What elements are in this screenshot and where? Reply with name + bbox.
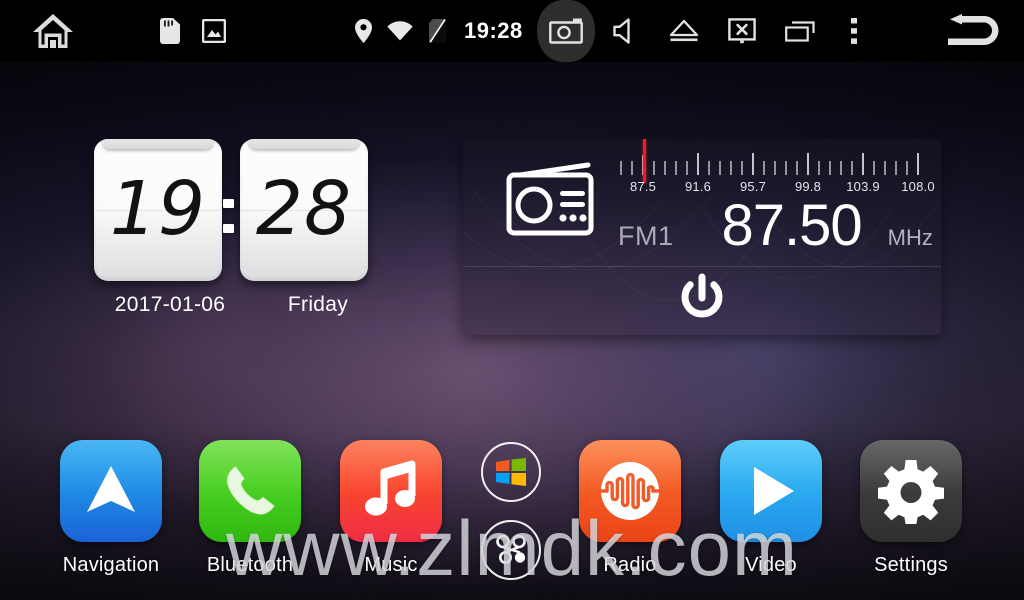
- tuner-ticks: [620, 153, 919, 175]
- clock-colon: [223, 199, 235, 241]
- clock-minutes: 28: [255, 166, 353, 252]
- sim-off-icon: [420, 0, 454, 62]
- dock-app-label: Music: [364, 554, 418, 576]
- back-icon[interactable]: [923, 0, 1019, 62]
- music-tile[interactable]: [340, 440, 442, 542]
- radio-power-button[interactable]: [463, 267, 941, 335]
- gear-icon: [878, 460, 944, 524]
- clock-date: 2017-01-06: [114, 293, 226, 316]
- wifi-icon: [380, 0, 420, 62]
- tuner-cursor[interactable]: [643, 139, 646, 183]
- clock-labels: 2017-01-06 Friday: [78, 293, 383, 317]
- video-tile[interactable]: [720, 440, 822, 542]
- dock-app-video[interactable]: Video: [701, 440, 841, 577]
- navigation-arrow-icon: [87, 466, 135, 512]
- clock-hours: 19: [109, 166, 207, 252]
- radio-band-label: FM1: [618, 221, 674, 251]
- dock-app-settings[interactable]: Settings: [841, 440, 981, 577]
- tuner-tick-label: 87.5: [629, 179, 657, 194]
- clock-hour-card: 19: [94, 139, 222, 281]
- tuner-tick-label: 108.0: [901, 179, 935, 194]
- home-icon[interactable]: [18, 0, 88, 62]
- app-dock: Navigation Bluetooth Music Radio Video S…: [0, 440, 1024, 600]
- flip-clock: 19 28: [78, 133, 383, 281]
- clock-widget[interactable]: 19 28 2017-01-06 Friday: [78, 133, 383, 338]
- tuner-tick-label: 95.7: [739, 179, 767, 194]
- settings-tile[interactable]: [860, 440, 962, 542]
- dock-app-label: Settings: [874, 554, 948, 576]
- tuner-tick-label: 99.8: [794, 179, 822, 194]
- dock-app-music[interactable]: Music: [321, 440, 461, 577]
- screen-off-icon[interactable]: [713, 0, 771, 62]
- radio-readout: FM1 87.50 MHz: [618, 197, 933, 261]
- recent-apps-icon[interactable]: [771, 0, 829, 62]
- radio-tile[interactable]: [579, 440, 681, 542]
- dock-app-radio[interactable]: Radio: [560, 440, 700, 577]
- dock-app-label: Navigation: [62, 554, 160, 576]
- power-icon: [681, 273, 723, 318]
- radio-frequency-unit: MHz: [887, 225, 933, 250]
- gallery-icon[interactable]: [194, 0, 234, 62]
- dock-app-label: Radio: [603, 554, 657, 576]
- camera-icon[interactable]: [536, 0, 595, 62]
- play-triangle-icon: [754, 467, 794, 515]
- link-connect-button[interactable]: [481, 520, 541, 580]
- clock-weekday: Friday: [287, 293, 349, 316]
- phone-handset-icon: [226, 466, 275, 515]
- radio-wave-icon: [600, 462, 660, 520]
- radio-widget[interactable]: 87.5 91.6 95.7 99.8 103.9 108.0 FM1 87.5…: [463, 139, 941, 335]
- radio-tuner-scale[interactable]: 87.5 91.6 95.7 99.8 103.9 108.0: [618, 139, 935, 195]
- link-dots-icon: [496, 535, 526, 564]
- eject-icon[interactable]: [655, 0, 713, 62]
- mute-icon[interactable]: [597, 0, 655, 62]
- status-bar-clock: 19:28: [464, 18, 523, 43]
- radio-frequency-value: 87.50: [721, 193, 863, 258]
- location-icon: [346, 0, 380, 62]
- music-note-icon: [365, 460, 416, 516]
- windows-logo-icon: [496, 458, 526, 486]
- dock-app-navigation[interactable]: Navigation: [41, 440, 181, 577]
- status-bar: 19:28: [0, 0, 1024, 62]
- radio-device-icon: [506, 161, 594, 242]
- tuner-tick-label: 91.6: [684, 179, 712, 194]
- dock-app-label: Video: [745, 554, 797, 576]
- circle-button-stack: [481, 442, 543, 580]
- dock-app-bluetooth[interactable]: Bluetooth: [180, 440, 320, 577]
- overflow-menu-icon[interactable]: [829, 0, 879, 62]
- sd-card-icon[interactable]: [150, 0, 190, 62]
- tuner-tick-label: 103.9: [846, 179, 880, 194]
- dock-app-label: Bluetooth: [206, 554, 294, 576]
- navigation-tile[interactable]: [60, 440, 162, 542]
- clock-minute-card: 28: [240, 139, 368, 281]
- windows-mirror-button[interactable]: [481, 442, 541, 502]
- bluetooth-tile[interactable]: [199, 440, 301, 542]
- radio-top-section: 87.5 91.6 95.7 99.8 103.9 108.0 FM1 87.5…: [463, 139, 941, 266]
